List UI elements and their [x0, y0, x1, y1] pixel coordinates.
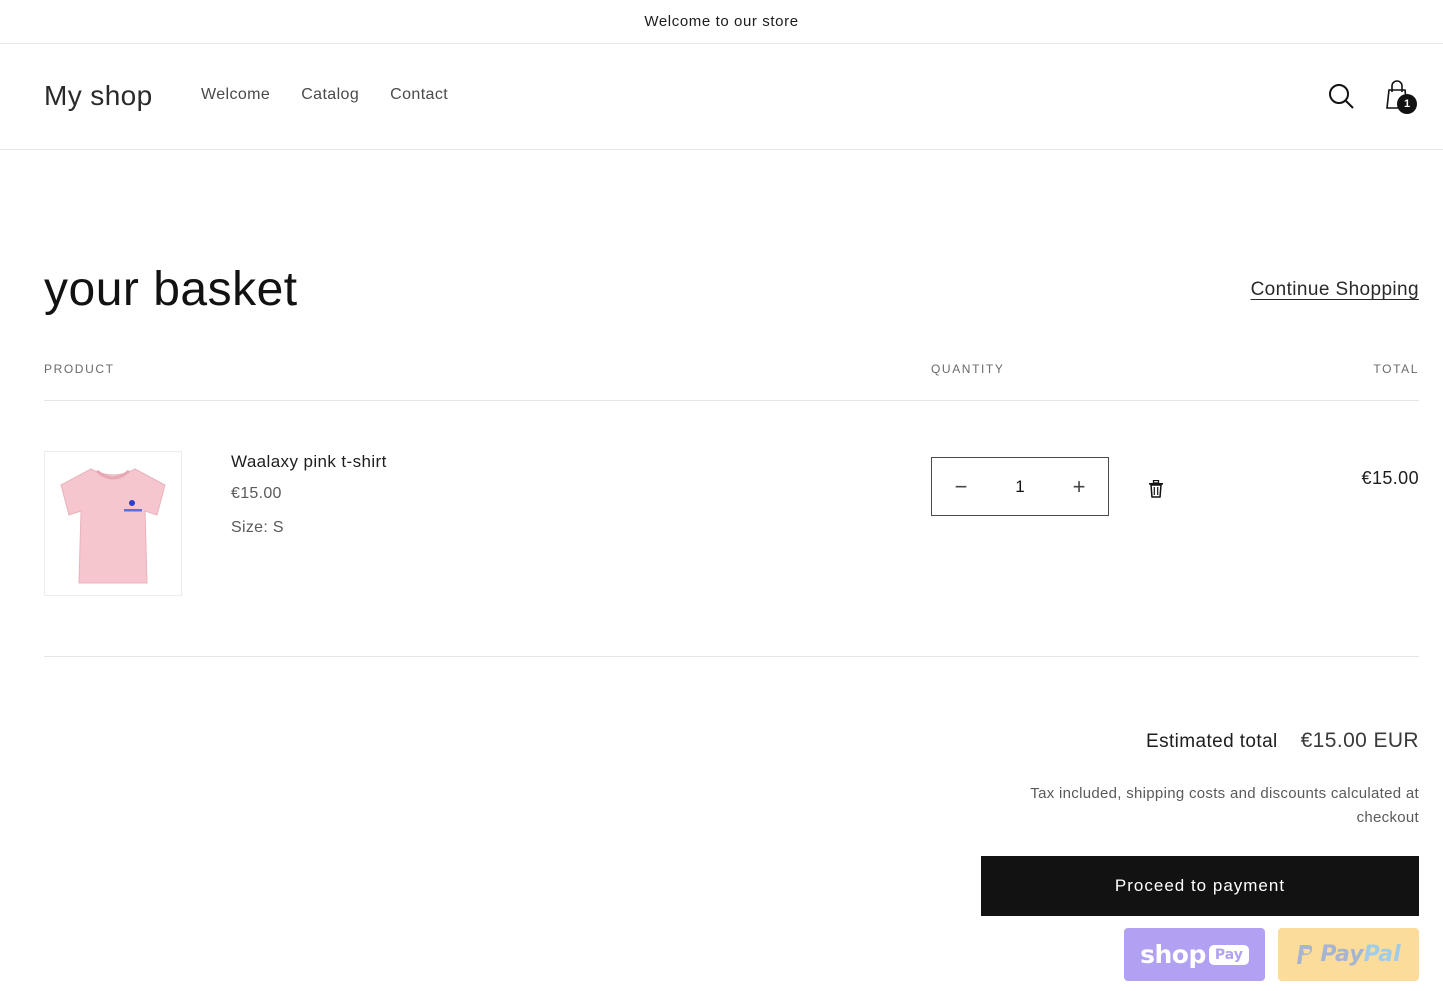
trash-icon: [1149, 480, 1163, 498]
product-name-link[interactable]: Waalaxy pink t-shirt: [231, 452, 387, 472]
remove-item-button[interactable]: [1144, 476, 1168, 502]
site-header: My shop Welcome Catalog Contact 1: [0, 44, 1443, 150]
paypal-icon: [1297, 944, 1313, 964]
estimated-total-label: Estimated total: [1146, 731, 1278, 752]
main-nav: Welcome Catalog Contact: [201, 86, 448, 104]
proceed-to-payment-button[interactable]: Proceed to payment: [981, 856, 1419, 916]
shop-logo[interactable]: My shop: [44, 80, 153, 112]
column-header-product: PRODUCT: [44, 362, 115, 376]
items-divider: [44, 656, 1419, 657]
cart-count-badge: 1: [1397, 94, 1417, 114]
search-icon: [1329, 84, 1354, 109]
nav-link-contact[interactable]: Contact: [390, 86, 448, 104]
paypal-button[interactable]: PayPal: [1278, 928, 1419, 981]
tshirt-image: [60, 467, 166, 583]
quantity-input[interactable]: [990, 476, 1050, 497]
estimated-total-value: €15.00 EUR: [1300, 729, 1419, 752]
quantity-stepper: − +: [931, 457, 1109, 516]
product-unit-price: €15.00: [231, 485, 282, 502]
column-header-total: TOTAL: [1373, 362, 1419, 376]
quantity-decrease-button[interactable]: −: [932, 458, 990, 515]
nav-link-catalog[interactable]: Catalog: [301, 86, 359, 104]
quantity-increase-button[interactable]: +: [1050, 458, 1108, 515]
product-thumbnail[interactable]: [44, 451, 182, 596]
page-title: your basket: [44, 263, 298, 316]
tax-note: Tax included, shipping costs and discoun…: [1030, 785, 1419, 826]
search-button[interactable]: [1323, 78, 1359, 114]
cart-button[interactable]: 1: [1379, 77, 1417, 114]
shop-pay-button[interactable]: shop Pay: [1124, 928, 1265, 981]
nav-link-welcome[interactable]: Welcome: [201, 86, 270, 104]
announcement-bar: Welcome to our store: [0, 0, 1443, 44]
announcement-text: Welcome to our store: [644, 13, 799, 30]
header-divider: [44, 400, 1419, 401]
paypal-logo-pay: Pay: [1320, 942, 1364, 967]
column-header-quantity: QUANTITY: [931, 362, 1005, 376]
shop-pay-logo-text: shop: [1140, 940, 1206, 969]
continue-shopping-link[interactable]: Continue Shopping: [1251, 279, 1419, 301]
product-size: Size: S: [231, 519, 284, 536]
shop-pay-badge: Pay: [1208, 944, 1249, 965]
paypal-logo-pal: Pal: [1363, 942, 1401, 967]
line-item-total: €15.00: [1361, 468, 1419, 488]
